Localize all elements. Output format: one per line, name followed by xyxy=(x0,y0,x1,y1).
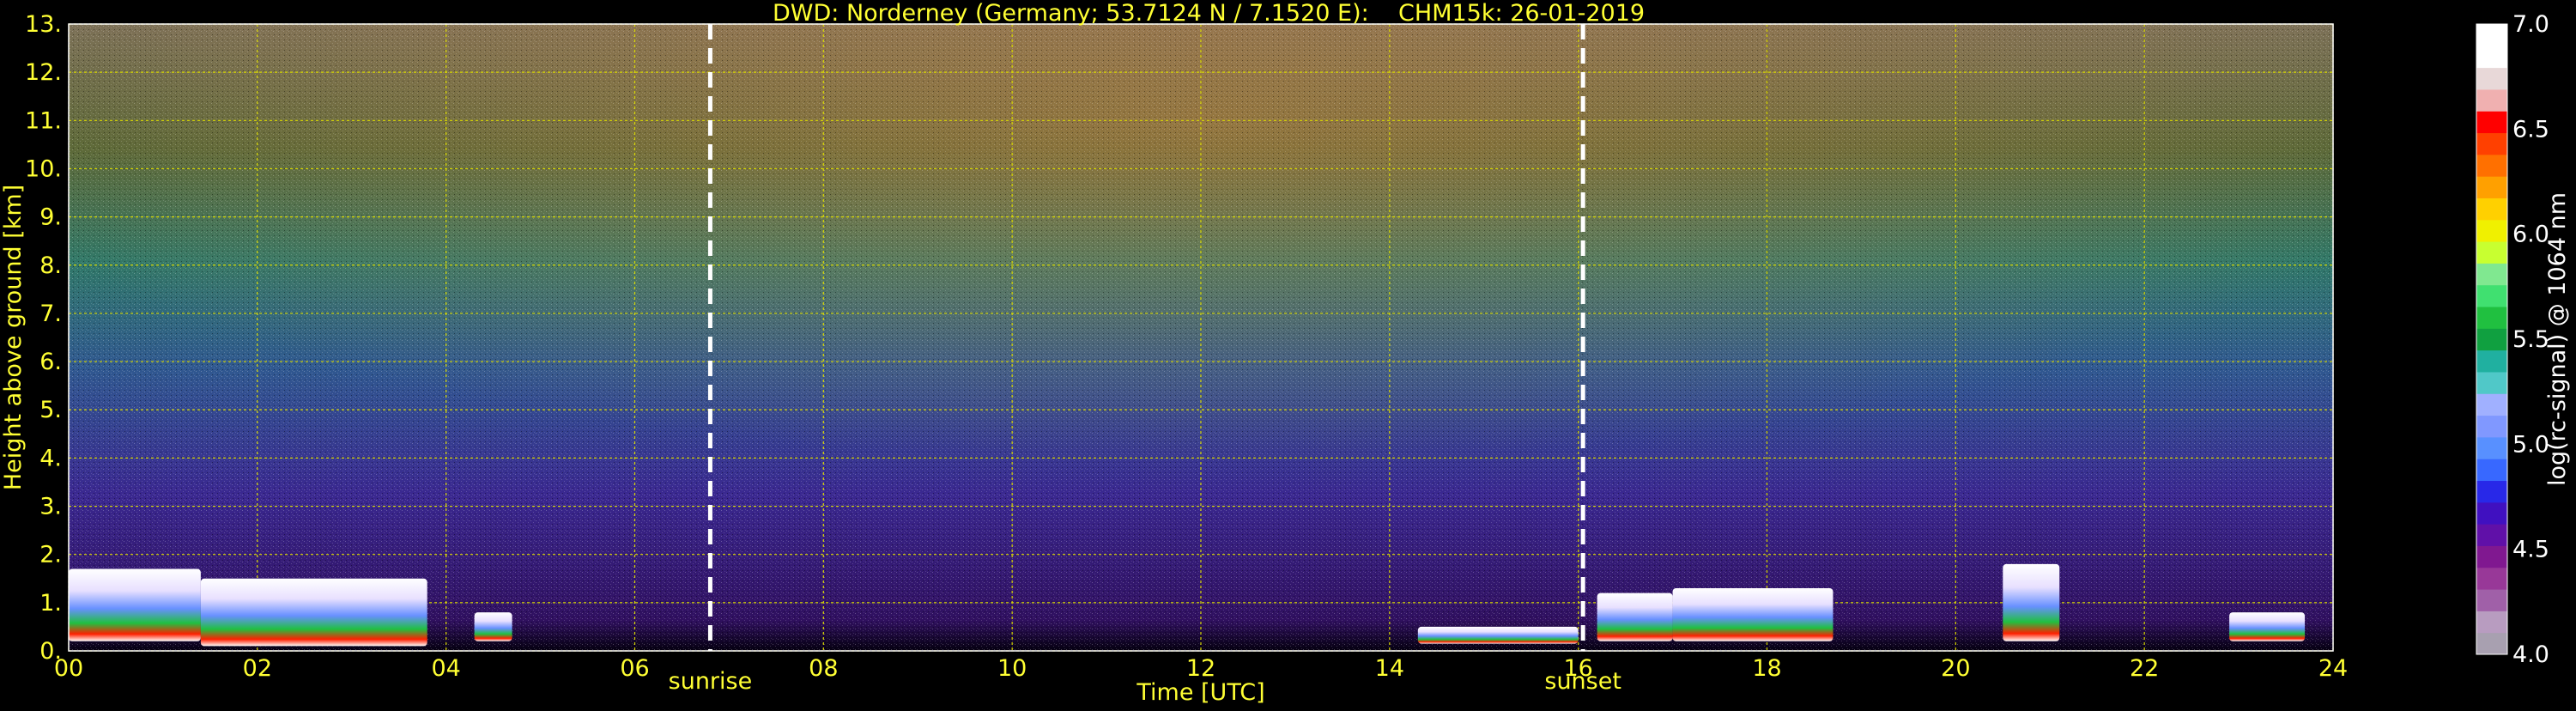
cloud-layer xyxy=(69,568,201,641)
chart-area: sunrise sunset 00 02 04 06 08 10 12 14 16 18 20 22 24… xyxy=(0,0,2576,708)
x-tick-label: 02 xyxy=(243,655,272,682)
cloud-layer xyxy=(1672,588,1834,641)
y-tick-label: 12. xyxy=(25,59,62,86)
cloud-layer xyxy=(1417,626,1579,644)
cloud-layer xyxy=(2003,563,2060,641)
y-tick-label: 10. xyxy=(25,155,62,182)
x-axis-label: Time [UTC] xyxy=(1136,679,1264,706)
y-tick-label: 11. xyxy=(25,107,62,134)
colorbar-swatch xyxy=(2476,24,2507,46)
cloud-layer xyxy=(474,612,512,641)
colorbar-swatch xyxy=(2476,524,2507,546)
colorbar-label: log(rc-signal) @ 1064 nm xyxy=(2544,192,2571,486)
chart-title: DWD: Norderney (Germany; 53.7124 N / 7.1… xyxy=(773,0,1646,27)
x-tick-label: 14 xyxy=(1375,655,1404,682)
colorbar-swatch xyxy=(2476,88,2507,112)
x-tick-label: 10 xyxy=(997,655,1027,682)
colorbar-tick-label: 4.0 xyxy=(2512,641,2549,668)
colorbar-swatch xyxy=(2476,349,2507,373)
y-tick-label: 8. xyxy=(39,252,62,279)
y-tick-label: 4. xyxy=(39,445,62,471)
colorbar-swatch xyxy=(2476,501,2507,525)
y-tick-label: 5. xyxy=(39,397,62,423)
colorbar-swatch xyxy=(2476,589,2507,611)
y-tick-label: 6. xyxy=(39,349,62,375)
colorbar-swatch xyxy=(2476,611,2507,634)
colorbar-swatch xyxy=(2476,132,2507,155)
x-tick-label: 08 xyxy=(809,655,838,682)
colorbar-swatch xyxy=(2476,154,2507,177)
colorbar-swatch xyxy=(2476,111,2507,134)
colorbar-swatch xyxy=(2476,241,2507,264)
colorbar-tick-label: 7.0 xyxy=(2512,11,2549,38)
x-tick-label: 24 xyxy=(2318,655,2348,682)
colorbar-swatch xyxy=(2476,415,2507,438)
x-tick-label: 04 xyxy=(431,655,460,682)
y-axis-label: Height above ground [km] xyxy=(0,185,27,490)
colorbar-swatch xyxy=(2476,545,2507,568)
colorbar-tick-label: 4.5 xyxy=(2512,537,2549,563)
sunrise-label: sunrise xyxy=(669,668,753,695)
colorbar-swatch xyxy=(2476,459,2507,482)
y-tick-label: 9. xyxy=(39,204,62,231)
x-tick-label: 20 xyxy=(1941,655,1970,682)
colorbar-swatch xyxy=(2476,263,2507,286)
x-tick-label: 18 xyxy=(1752,655,1781,682)
x-tick-label: 12 xyxy=(1186,655,1215,682)
colorbar-swatch xyxy=(2476,632,2507,655)
colorbar-swatch xyxy=(2476,198,2507,221)
y-tick-label: 0. xyxy=(39,638,62,665)
colorbar-swatch xyxy=(2476,307,2507,329)
colorbar-swatch xyxy=(2476,176,2507,198)
colorbar-swatch xyxy=(2476,436,2507,459)
y-tick-label: 1. xyxy=(39,590,62,617)
colorbar-swatch xyxy=(2476,46,2507,69)
y-tick-label: 7. xyxy=(39,301,62,327)
colorbar-swatch xyxy=(2476,371,2507,394)
ceilometer-chart: sunrise sunset 00 02 04 06 08 10 12 14 16 18 20 22 24… xyxy=(0,11,2571,706)
colorbar-swatch xyxy=(2476,284,2507,307)
colorbar-swatch xyxy=(2476,67,2507,90)
cloud-layer xyxy=(2229,612,2306,641)
colorbar-swatch xyxy=(2476,567,2507,590)
colorbar-swatch xyxy=(2476,219,2507,242)
colorbar-swatch xyxy=(2476,480,2507,503)
y-tick-label: 13. xyxy=(25,11,62,38)
y-tick-label: 2. xyxy=(39,542,62,568)
y-tick-label: 3. xyxy=(39,494,62,520)
x-tick-label: 06 xyxy=(620,655,649,682)
colorbar-swatch xyxy=(2476,393,2507,416)
x-tick-label: 16 xyxy=(1563,655,1592,682)
colorbar-swatch xyxy=(2476,328,2507,351)
colorbar-tick-label: 6.5 xyxy=(2512,116,2549,143)
cloud-layer xyxy=(200,578,427,647)
x-tick-label: 22 xyxy=(2130,655,2159,682)
cloud-layer xyxy=(1597,592,1673,641)
